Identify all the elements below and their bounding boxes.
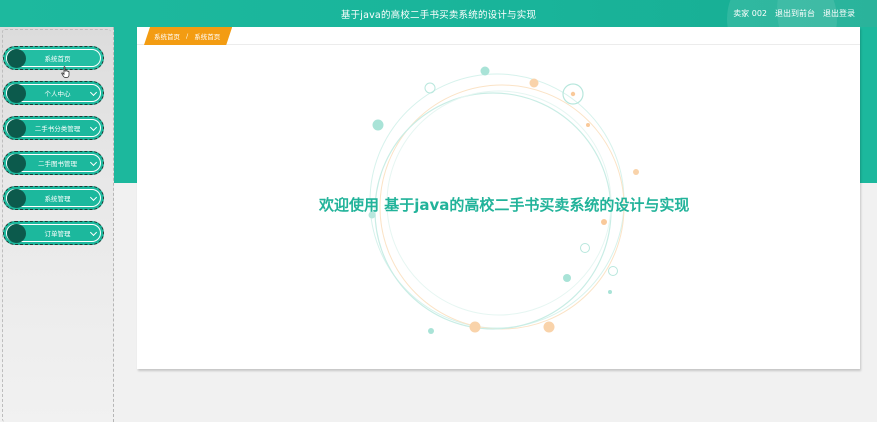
chevron-down-icon xyxy=(89,123,98,132)
sidebar-item-label: 订单管理 xyxy=(44,230,71,238)
menu-dot-icon xyxy=(7,84,26,103)
header-actions: 卖家 002 退出到前台 退出登录 xyxy=(733,8,855,19)
menu-dot-icon xyxy=(7,49,26,68)
sidebar-item-personal-center[interactable]: 个人中心 xyxy=(3,81,104,105)
sidebar-item-label: 系统管理 xyxy=(44,195,71,203)
menu-dot-icon xyxy=(7,224,26,243)
sidebar-item-system-management[interactable]: 系统管理 xyxy=(3,186,104,210)
welcome-message: 欢迎使用 基于java的高校二手书买卖系统的设计与实现 xyxy=(319,196,690,214)
chevron-down-icon xyxy=(89,88,98,97)
menu-dot-icon xyxy=(7,189,26,208)
sidebar-item-label: 系统首页 xyxy=(44,55,71,63)
sidebar-item-label: 二手书分类管理 xyxy=(34,125,81,133)
chevron-down-icon xyxy=(89,228,98,237)
breadcrumb-current: 系统首页 xyxy=(194,33,221,41)
exit-to-frontend-link[interactable]: 退出到前台 xyxy=(775,8,815,19)
logout-link[interactable]: 退出登录 xyxy=(823,8,855,19)
card-divider xyxy=(137,44,860,45)
menu-dot-icon xyxy=(7,154,26,173)
breadcrumb: 系统首页 / 系统首页 xyxy=(144,27,232,45)
breadcrumb-separator: / xyxy=(186,32,189,40)
chevron-down-icon xyxy=(89,158,98,167)
sidebar-item-book-category[interactable]: 二手书分类管理 xyxy=(3,116,104,140)
user-label: 卖家 002 xyxy=(733,9,767,18)
sidebar-item-label: 二手图书管理 xyxy=(38,160,77,168)
sidebar-item-order-management[interactable]: 订单管理 xyxy=(3,221,104,245)
sidebar-item-home[interactable]: 系统首页 xyxy=(3,46,104,70)
breadcrumb-home[interactable]: 系统首页 xyxy=(154,31,180,41)
sidebar-item-book-management[interactable]: 二手图书管理 xyxy=(3,151,104,175)
top-header: 基于java的高校二手书买卖系统的设计与实现 卖家 002 退出到前台 退出登录 xyxy=(0,0,877,27)
content-card: 系统首页 / 系统首页 欢迎使用 基于java的高校二手书买卖系统的设计与实现 xyxy=(137,27,860,369)
sidebar-item-label: 个人中心 xyxy=(44,90,71,98)
sidebar: 系统首页 个人中心 二手书分类管理 二手图书管理 系统管理 订单管理 xyxy=(0,27,114,422)
chevron-down-icon xyxy=(89,193,98,202)
menu-dot-icon xyxy=(7,119,26,138)
hand-cursor-icon xyxy=(61,66,70,78)
